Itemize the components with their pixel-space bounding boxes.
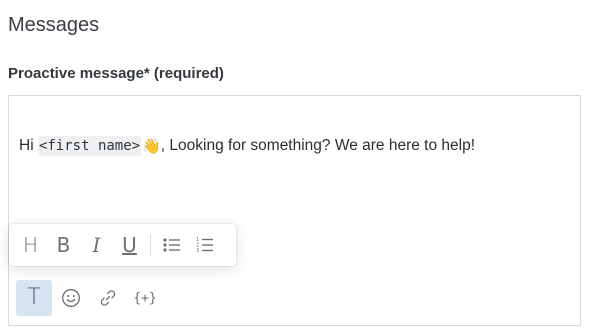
first-name-placeholder[interactable]: <first name> [37,136,142,156]
message-content[interactable]: Hi <first name> 👋 , Looking for somethin… [19,136,475,156]
bullet-list-icon [162,238,180,252]
italic-button[interactable]: I [80,228,113,262]
bullet-list-button[interactable] [155,228,188,262]
numbered-list-button[interactable]: 1 2 3 [188,228,221,262]
variable-icon: {+} [133,290,157,306]
svg-text:3: 3 [196,248,199,254]
insert-toolbar: T {+} [16,280,164,316]
toolbar-divider [150,234,151,256]
message-editor[interactable]: Hi <first name> 👋 , Looking for somethin… [8,95,581,326]
emoji-button[interactable] [53,280,89,316]
proactive-message-label: Proactive message* (required) [8,65,224,82]
text-format-icon: T [27,285,41,310]
waving-hand-emoji: 👋 [142,138,161,155]
greeting-text: Hi [19,137,38,154]
formatting-toolbar: H B I U 1 2 3 [9,224,236,266]
underline-icon: U [122,233,137,257]
heading-button[interactable]: H [14,228,47,262]
link-icon [100,290,116,306]
insert-variable-button[interactable]: {+} [127,280,163,316]
insert-link-button[interactable] [90,280,126,316]
numbered-list-icon: 1 2 3 [196,237,213,254]
italic-icon: I [92,233,101,257]
message-rest-text: , Looking for something? We are here to … [160,137,476,154]
smiley-icon [62,289,80,307]
bold-button[interactable]: B [47,228,80,262]
section-title: Messages [8,14,100,36]
text-format-button[interactable]: T [16,280,52,316]
underline-button[interactable]: U [113,228,146,262]
bold-icon: B [56,233,71,257]
heading-icon: H [22,233,39,257]
